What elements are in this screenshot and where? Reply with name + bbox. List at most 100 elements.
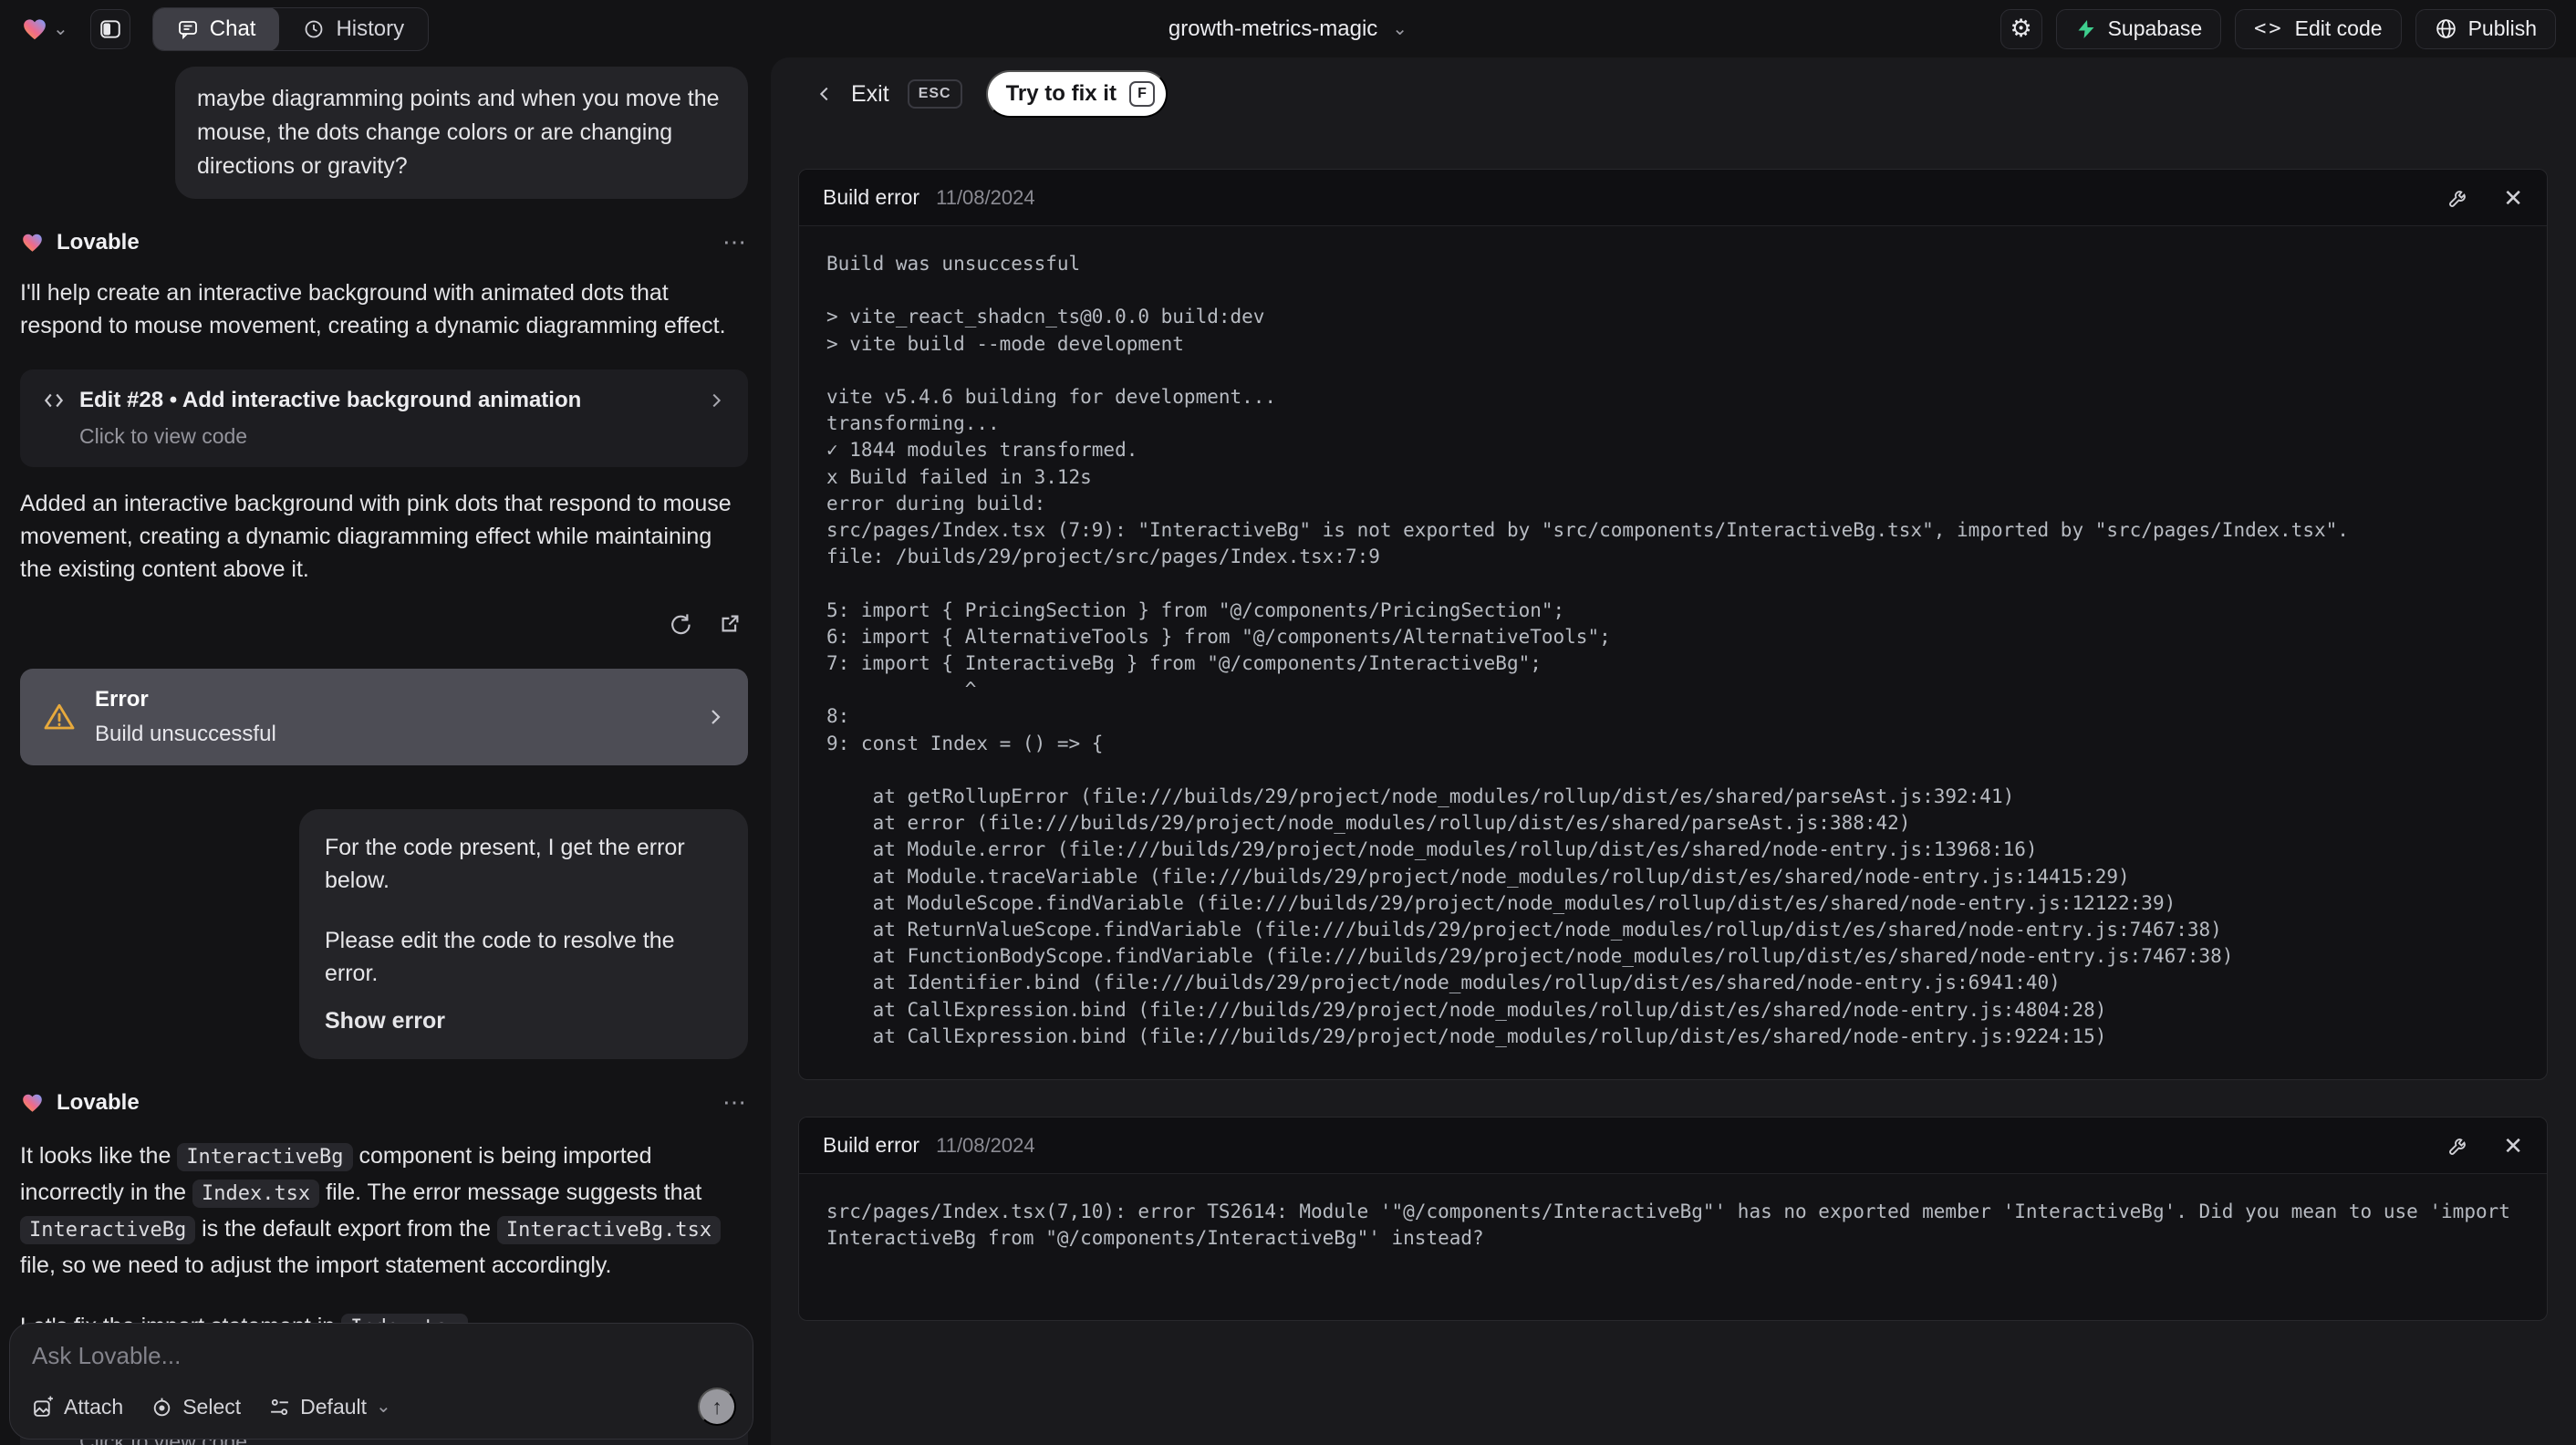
chat-history-switch: Chat History xyxy=(151,6,430,51)
message-actions xyxy=(20,611,748,636)
open-preview-icon[interactable] xyxy=(718,611,743,636)
build-error-date: 11/08/2024 xyxy=(936,1133,1035,1157)
mode-dropdown[interactable]: Default ⌄ xyxy=(268,1395,391,1419)
exit-button[interactable]: Exit xyxy=(851,81,889,108)
supabase-button[interactable]: Supabase xyxy=(2055,8,2222,49)
build-error-date: 11/08/2024 xyxy=(936,185,1035,209)
select-label: Select xyxy=(182,1394,242,1419)
build-error-header: Build error 11/08/2024 ✕ xyxy=(799,170,2547,226)
preview-panel: Exit ESC Try to fix it F Build error 11/… xyxy=(771,57,2576,1445)
chevron-down-icon: ⌄ xyxy=(1392,18,1408,39)
attach-image-icon xyxy=(32,1396,55,1419)
error-card-title: Error xyxy=(95,687,149,712)
globe-icon xyxy=(2435,17,2457,40)
build-error-card[interactable]: Error Build unsuccessful xyxy=(20,669,748,765)
try-to-fix-label: Try to fix it xyxy=(1005,81,1117,106)
mode-label: Default xyxy=(300,1394,368,1419)
build-error-title: Build error xyxy=(823,1133,920,1158)
topbar: ⌄ Chat History growth-metrics-magic ⌄ ⚙ … xyxy=(0,0,2576,57)
edit-28-title-row: Edit #28 • Add interactive background an… xyxy=(42,388,726,413)
assistant-name: Lovable xyxy=(57,1089,140,1115)
assistant-message: Added an interactive background with pin… xyxy=(20,491,732,582)
select-target-icon xyxy=(151,1396,173,1419)
project-name: growth-metrics-magic xyxy=(1168,16,1378,41)
build-error-log[interactable]: Build was unsuccessful > vite_react_shad… xyxy=(799,226,2547,1079)
more-menu-icon[interactable]: ⋯ xyxy=(722,228,748,256)
publish-label: Publish xyxy=(2467,16,2537,40)
panel-left-icon xyxy=(99,17,122,41)
assistant-header: Lovable ⋯ xyxy=(20,1088,748,1117)
lovable-heart-icon xyxy=(20,1091,45,1115)
attach-button[interactable]: Attach xyxy=(32,1395,123,1419)
topbar-actions: ⚙ Supabase <> Edit code Publish xyxy=(2000,8,2556,49)
user-message-line: For the code present, I get the error be… xyxy=(325,835,685,893)
build-error-actions: ✕ xyxy=(2447,186,2523,210)
build-error-panel-1: Build error 11/08/2024 ✕ Build was unsuc… xyxy=(798,169,2548,1081)
send-button[interactable]: ↑ xyxy=(698,1388,736,1426)
lovable-logo-menu[interactable]: ⌄ xyxy=(20,16,68,43)
chevron-right-icon xyxy=(706,390,726,411)
assistant-message: I'll help create an interactive backgrou… xyxy=(20,280,726,338)
code-brackets-icon xyxy=(42,389,66,412)
build-error-title: Build error xyxy=(823,185,920,209)
edit-28-title: Edit #28 • Add interactive background an… xyxy=(79,388,582,412)
user-message-text: maybe diagramming points and when you mo… xyxy=(197,86,720,179)
assistant-name: Lovable xyxy=(57,229,140,255)
user-message-line: Please edit the code to resolve the erro… xyxy=(325,928,675,986)
composer: Attach Select Default ⌄ ↑ xyxy=(9,1323,753,1440)
assistant-message-rich: It looks like the InteractiveBg componen… xyxy=(20,1138,748,1284)
show-error-link[interactable]: Show error xyxy=(325,1004,722,1037)
chevron-left-icon xyxy=(815,84,835,104)
close-icon[interactable]: ✕ xyxy=(2503,186,2523,210)
chevron-right-icon xyxy=(704,706,726,728)
tab-chat[interactable]: Chat xyxy=(152,7,280,50)
tab-chat-label: Chat xyxy=(209,16,256,41)
history-clock-icon xyxy=(303,18,325,40)
chevron-down-icon: ⌄ xyxy=(53,18,68,39)
wrench-icon[interactable] xyxy=(2447,1134,2470,1157)
publish-button[interactable]: Publish xyxy=(2415,8,2556,49)
build-error-log[interactable]: src/pages/Index.tsx(7,10): error TS2614:… xyxy=(799,1174,2547,1320)
composer-toolbar: Attach Select Default ⌄ ↑ xyxy=(32,1388,736,1426)
arrow-up-icon: ↑ xyxy=(712,1394,722,1419)
more-menu-icon[interactable]: ⋯ xyxy=(722,1088,748,1117)
user-message: For the code present, I get the error be… xyxy=(299,809,748,1059)
edit-28-subtitle: Click to view code xyxy=(79,424,248,448)
close-icon[interactable]: ✕ xyxy=(2503,1134,2523,1158)
retry-icon[interactable] xyxy=(668,611,692,636)
attach-label: Attach xyxy=(64,1394,124,1419)
chat-input[interactable] xyxy=(32,1342,731,1370)
lovable-heart-icon xyxy=(20,231,45,255)
build-error-header: Build error 11/08/2024 ✕ xyxy=(799,1118,2547,1175)
error-card-subtitle: Build unsuccessful xyxy=(95,722,276,746)
assistant-header: Lovable ⋯ xyxy=(20,228,748,256)
wrench-icon[interactable] xyxy=(2447,186,2470,209)
supabase-label: Supabase xyxy=(2107,16,2203,40)
esc-key-badge: ESC xyxy=(907,79,962,109)
chat-panel: maybe diagramming points and when you mo… xyxy=(0,57,764,1445)
try-to-fix-button[interactable]: Try to fix it F xyxy=(985,70,1168,118)
tab-history[interactable]: History xyxy=(279,8,428,50)
chevron-down-icon: ⌄ xyxy=(376,1397,391,1417)
project-switcher[interactable]: growth-metrics-magic ⌄ xyxy=(1169,16,1407,42)
lovable-heart-icon xyxy=(20,16,49,43)
edit-code-button[interactable]: <> Edit code xyxy=(2235,8,2402,49)
tab-history-label: History xyxy=(336,16,405,41)
error-texts: Error Build unsuccessful xyxy=(95,687,686,747)
gear-icon: ⚙ xyxy=(2010,15,2032,42)
edit-code-label: Edit code xyxy=(2294,16,2383,40)
build-error-actions: ✕ xyxy=(2447,1134,2523,1158)
build-error-panel-2: Build error 11/08/2024 ✕ src/pages/Index… xyxy=(798,1117,2548,1322)
code-brackets-icon: <> xyxy=(2254,17,2284,40)
edit-28-card[interactable]: Edit #28 • Add interactive background an… xyxy=(20,369,748,467)
f-key-badge: F xyxy=(1128,81,1155,107)
topbar-left: ⌄ Chat History xyxy=(20,6,430,51)
sidebar-toggle-button[interactable] xyxy=(89,8,130,49)
chat-bubble-icon xyxy=(177,18,199,40)
supabase-bolt-icon xyxy=(2075,18,2097,40)
preview-header: Exit ESC Try to fix it F xyxy=(771,57,2576,130)
settings-button[interactable]: ⚙ xyxy=(2000,8,2042,49)
lovable-app: ⌄ Chat History growth-metrics-magic ⌄ ⚙ … xyxy=(0,0,2576,1445)
user-message: maybe diagramming points and when you mo… xyxy=(175,67,748,199)
select-button[interactable]: Select xyxy=(151,1395,241,1419)
